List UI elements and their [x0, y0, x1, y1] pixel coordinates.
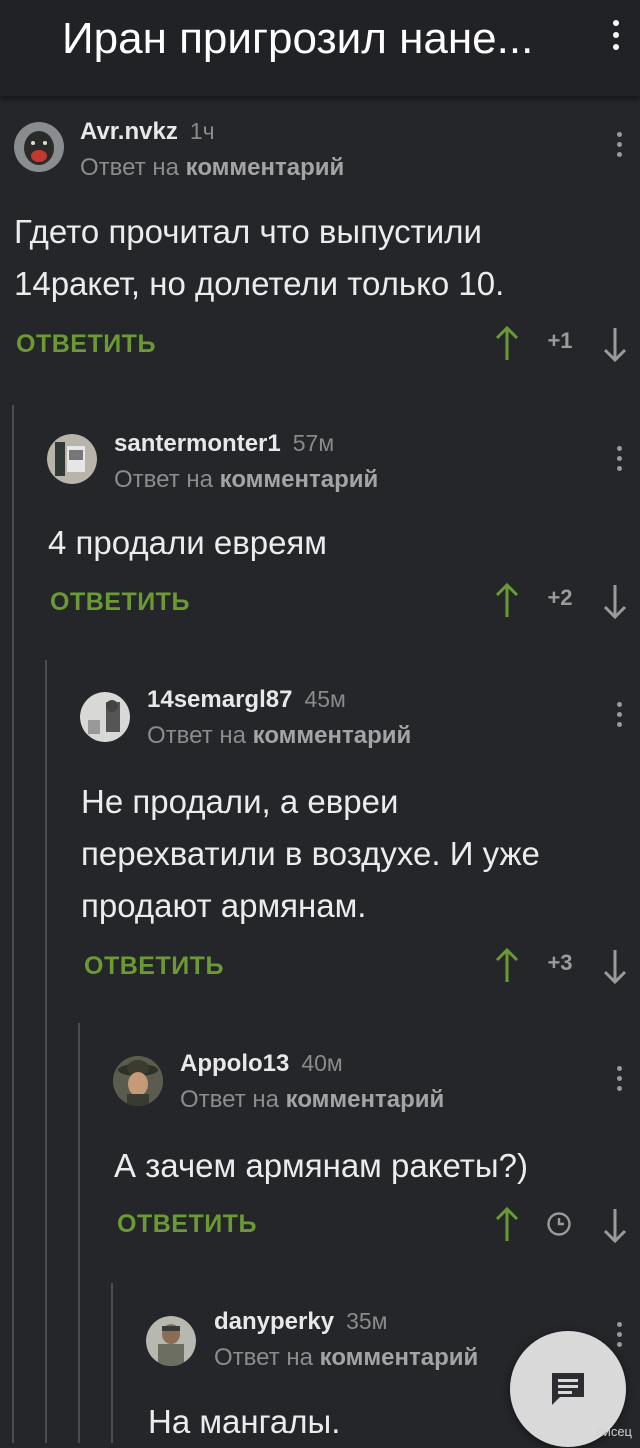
vote-controls: +2: [490, 581, 630, 621]
reply-to-label: Ответ на комментарий: [147, 722, 412, 749]
reply-to-label: Ответ на комментарий: [114, 466, 379, 493]
reply-to-link[interactable]: комментарий: [320, 1344, 479, 1371]
overflow-menu-icon[interactable]: [610, 20, 622, 60]
comment: Appolo13 40м Ответ на комментарий А зачем…: [0, 1050, 640, 1250]
app-bar: Иран пригрозил нане...: [0, 0, 640, 96]
reply-to-label: Ответ на комментарий: [180, 1086, 445, 1113]
reply-to-label: Ответ на комментарий: [214, 1344, 479, 1371]
upvote-icon[interactable]: [492, 946, 522, 986]
avatar[interactable]: [47, 434, 97, 484]
comment-text: На мангалы.: [148, 1403, 341, 1440]
downvote-icon[interactable]: [600, 946, 630, 986]
clock-icon: [547, 1212, 571, 1236]
comment-menu-icon[interactable]: [617, 1066, 622, 1091]
reply-to-link[interactable]: комментарий: [186, 154, 345, 181]
comment-menu-icon[interactable]: [617, 132, 622, 157]
reply-to-link[interactable]: комментарий: [253, 722, 412, 749]
reply-button[interactable]: ОТВЕТИТЬ: [117, 1210, 257, 1239]
comment-time: 57м: [292, 430, 335, 456]
comment: santermonter1 57м Ответ на комментарий 4 …: [0, 430, 640, 630]
comment: 14semargl87 45м Ответ на комментарий Не п…: [0, 686, 640, 996]
comment-icon: [552, 1373, 584, 1405]
reply-to-label: Ответ на комментарий: [80, 154, 345, 181]
page-title: Иран пригрозил нане...: [62, 14, 534, 63]
comment-menu-icon[interactable]: [617, 1322, 622, 1347]
comment-text: 4 продали евреям: [48, 524, 327, 561]
comment-text: Гдето прочитал что выпустили 14ракет, но…: [14, 213, 505, 302]
reply-button[interactable]: ОТВЕТИТЬ: [84, 952, 224, 981]
comment-score: +2: [547, 585, 573, 610]
downvote-icon[interactable]: [600, 1205, 630, 1245]
downvote-icon[interactable]: [600, 324, 630, 364]
comment-text: Не продали, а евреи перехватили в воздух…: [81, 783, 540, 924]
comment-author[interactable]: Appolo13 40м: [180, 1050, 343, 1078]
upvote-icon[interactable]: [492, 581, 522, 621]
avatar[interactable]: [113, 1056, 163, 1106]
reply-to-link[interactable]: комментарий: [286, 1086, 445, 1113]
comment-score: +3: [547, 950, 573, 975]
vote-controls: [490, 1205, 630, 1245]
comment-author[interactable]: santermonter1 57м: [114, 430, 334, 458]
avatar[interactable]: [80, 692, 130, 742]
comment-author[interactable]: danyperky 35м: [214, 1308, 387, 1336]
comment-score: +1: [547, 328, 573, 353]
watermark: писец: [596, 1424, 632, 1439]
downvote-icon[interactable]: [600, 581, 630, 621]
reply-to-link[interactable]: комментарий: [220, 466, 379, 493]
comment-menu-icon[interactable]: [617, 702, 622, 727]
reply-button[interactable]: ОТВЕТИТЬ: [50, 588, 190, 617]
comment-author[interactable]: Avr.nvkz 1ч: [80, 118, 215, 146]
comment-author[interactable]: 14semargl87 45м: [147, 686, 346, 714]
vote-controls: +1: [490, 324, 630, 364]
comment-text: А зачем армянам ракеты?): [114, 1147, 528, 1184]
avatar[interactable]: [146, 1316, 196, 1366]
comment-time: 1ч: [189, 118, 215, 144]
comment-time: 35м: [346, 1308, 388, 1334]
comment-time: 45м: [304, 686, 346, 712]
upvote-icon[interactable]: [492, 1205, 522, 1245]
avatar[interactable]: [14, 122, 64, 172]
comment-time: 40м: [301, 1050, 343, 1076]
upvote-icon[interactable]: [492, 324, 522, 364]
reply-button[interactable]: ОТВЕТИТЬ: [16, 330, 156, 359]
vote-controls: +3: [490, 946, 630, 986]
comment-menu-icon[interactable]: [617, 446, 622, 471]
comment: Avr.nvkz 1ч Ответ на комментарий Гдето пр…: [0, 118, 640, 378]
